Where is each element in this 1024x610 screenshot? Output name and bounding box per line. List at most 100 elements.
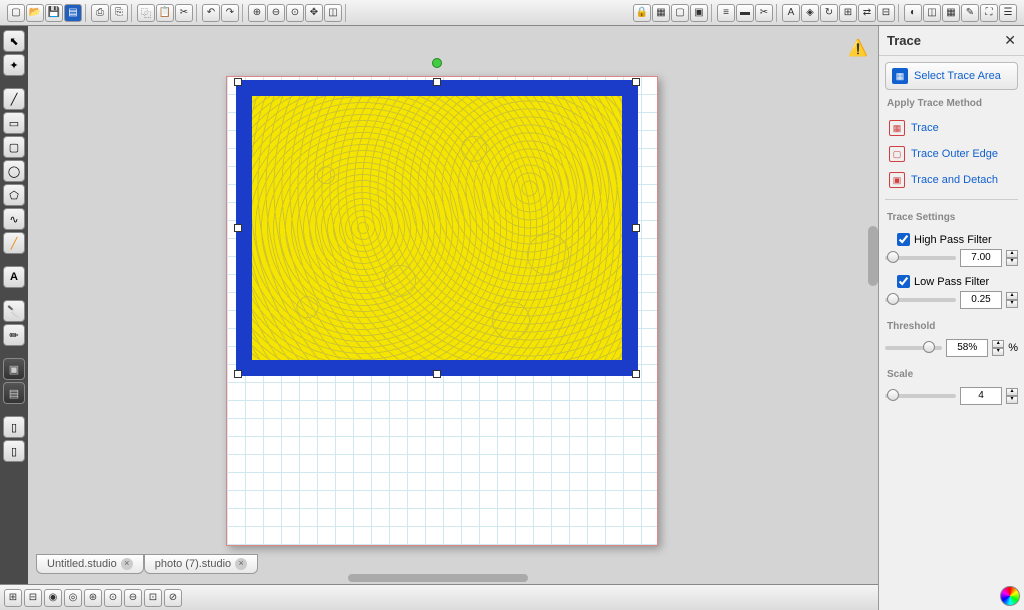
handle-mid-left[interactable] — [234, 224, 242, 232]
release-icon[interactable]: ◎ — [64, 589, 82, 607]
dark-tool-1-icon[interactable]: ▣ — [3, 358, 25, 380]
warning-icon[interactable]: ⚠️ — [848, 38, 866, 56]
lpf-step-down[interactable]: ▾ — [1006, 300, 1018, 308]
offset-icon[interactable]: ◈ — [801, 4, 819, 22]
scale-value[interactable]: 4 — [960, 387, 1002, 405]
canvas[interactable]: × ⚠️ Untitled.studio× photo (7).studio× — [28, 26, 878, 584]
zoom-out-icon[interactable]: ⊖ — [267, 4, 285, 22]
color-wheel-icon[interactable] — [1000, 586, 1020, 606]
freehand-tool-icon[interactable]: ╱ — [3, 232, 25, 254]
compound-icon[interactable]: ◉ — [44, 589, 62, 607]
hpf-checkbox[interactable] — [897, 233, 910, 246]
expand-icon[interactable]: ⛶ — [980, 4, 998, 22]
polygon-tool-icon[interactable]: ⬠ — [3, 184, 25, 206]
scale-slider[interactable] — [885, 394, 956, 398]
paste-icon[interactable]: 📋 — [156, 4, 174, 22]
replicate-icon[interactable]: ⊟ — [877, 4, 895, 22]
trace-selection[interactable]: × — [236, 80, 638, 376]
edit-points-icon[interactable]: ✦ — [3, 54, 25, 76]
zoom-fit-icon[interactable]: ⊙ — [286, 4, 304, 22]
hpf-step-up[interactable]: ▴ — [1006, 250, 1018, 258]
select-tool-icon[interactable]: ⬉ — [3, 30, 25, 52]
weld-bottom-icon[interactable]: ⊛ — [84, 589, 102, 607]
line-color-icon[interactable]: ≡ — [717, 4, 735, 22]
lock-icon[interactable]: 🔒 — [633, 4, 651, 22]
scale-step-down[interactable]: ▾ — [1006, 396, 1018, 404]
scale-step-up[interactable]: ▴ — [1006, 388, 1018, 396]
curve-tool-icon[interactable]: ∿ — [3, 208, 25, 230]
detach-icon[interactable]: ⊘ — [164, 589, 182, 607]
mirror-icon[interactable]: ⇄ — [858, 4, 876, 22]
tab-photo7[interactable]: photo (7).studio× — [144, 554, 258, 574]
tab-close-icon[interactable]: × — [235, 558, 247, 570]
threshold-step-up[interactable]: ▴ — [992, 340, 1004, 348]
rotate-handle[interactable] — [432, 58, 442, 68]
hpf-value[interactable]: 7.00 — [960, 249, 1002, 267]
align-icon[interactable]: ⊞ — [839, 4, 857, 22]
zoom-in-icon[interactable]: ⊕ — [248, 4, 266, 22]
select-trace-area-button[interactable]: ▦Select Trace Area — [885, 62, 1018, 90]
trace-detach-button[interactable]: ▣Trace and Detach — [885, 169, 1018, 191]
horizontal-scrollbar[interactable] — [348, 574, 528, 582]
tab-untitled[interactable]: Untitled.studio× — [36, 554, 144, 574]
prefs-icon[interactable]: ☰ — [999, 4, 1017, 22]
rotate-icon[interactable]: ↻ — [820, 4, 838, 22]
copy-icon[interactable]: ⿻ — [137, 4, 155, 22]
undo-icon[interactable]: ↶ — [202, 4, 220, 22]
lpf-value[interactable]: 0.25 — [960, 291, 1002, 309]
page-icon[interactable]: ▢ — [671, 4, 689, 22]
ungroup-icon[interactable]: ⊟ — [24, 589, 42, 607]
crop-icon[interactable]: ⊡ — [144, 589, 162, 607]
close-selection-icon[interactable]: × — [618, 86, 632, 100]
grid-icon[interactable]: ▦ — [652, 4, 670, 22]
hpf-slider[interactable] — [885, 256, 956, 260]
handle-bot-mid[interactable] — [433, 370, 441, 378]
ellipse-tool-icon[interactable]: ◯ — [3, 160, 25, 182]
sketch-icon[interactable]: ✎ — [961, 4, 979, 22]
handle-top-mid[interactable] — [433, 78, 441, 86]
zoom-select-icon[interactable]: ◫ — [324, 4, 342, 22]
trace-icon[interactable]: ▦ — [942, 4, 960, 22]
text-tool-icon[interactable]: A — [3, 266, 25, 288]
trace-outer-button[interactable]: ▢Trace Outer Edge — [885, 143, 1018, 165]
pan-icon[interactable]: ✥ — [305, 4, 323, 22]
threshold-slider[interactable] — [885, 346, 942, 350]
line-tool-icon[interactable]: ╱ — [3, 88, 25, 110]
vertical-scrollbar[interactable] — [868, 226, 878, 286]
modify-icon[interactable]: ◫ — [923, 4, 941, 22]
hpf-step-down[interactable]: ▾ — [1006, 258, 1018, 266]
knife-tool-icon[interactable]: 🔪 — [3, 300, 25, 322]
weld-icon[interactable]: ◐ — [904, 4, 922, 22]
handle-top-right[interactable] — [632, 78, 640, 86]
cut-style-icon[interactable]: ✂ — [755, 4, 773, 22]
print-icon[interactable]: ⎙ — [91, 4, 109, 22]
tab-close-icon[interactable]: × — [121, 558, 133, 570]
light-tool-2-icon[interactable]: ▯ — [3, 440, 25, 462]
text-icon[interactable]: A — [782, 4, 800, 22]
rounded-rect-icon[interactable]: ▢ — [3, 136, 25, 158]
trace-button[interactable]: ▦Trace — [885, 117, 1018, 139]
handle-bot-right[interactable] — [632, 370, 640, 378]
group-icon[interactable]: ⊞ — [4, 589, 22, 607]
lpf-slider[interactable] — [885, 298, 956, 302]
threshold-step-down[interactable]: ▾ — [992, 348, 1004, 356]
handle-bot-left[interactable] — [234, 370, 242, 378]
cut-icon[interactable]: ✂ — [175, 4, 193, 22]
eraser-tool-icon[interactable]: ✏ — [3, 324, 25, 346]
rect-tool-icon[interactable]: ▭ — [3, 112, 25, 134]
threshold-value[interactable]: 58% — [946, 339, 988, 357]
lpf-step-up[interactable]: ▴ — [1006, 292, 1018, 300]
fill-color-icon[interactable]: ▬ — [736, 4, 754, 22]
redo-icon[interactable]: ↷ — [221, 4, 239, 22]
handle-top-left[interactable] — [234, 78, 242, 86]
save-icon[interactable]: 💾 — [45, 4, 63, 22]
send-icon[interactable]: ⎘ — [110, 4, 128, 22]
handle-mid-right[interactable] — [632, 224, 640, 232]
intersect-icon[interactable]: ⊙ — [104, 589, 122, 607]
subtract-icon[interactable]: ⊖ — [124, 589, 142, 607]
panel-close-icon[interactable]: ✕ — [1004, 32, 1016, 49]
dark-tool-2-icon[interactable]: ▤ — [3, 382, 25, 404]
reg-icon[interactable]: ▣ — [690, 4, 708, 22]
library-icon[interactable]: ▤ — [64, 4, 82, 22]
light-tool-1-icon[interactable]: ▯ — [3, 416, 25, 438]
